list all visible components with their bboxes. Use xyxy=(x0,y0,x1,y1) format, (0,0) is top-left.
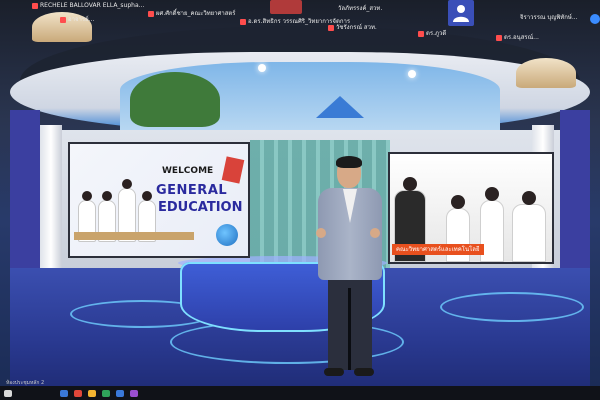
screen-caption: คณะวิทยาศาสตร์และเทคโนโลยี xyxy=(392,244,484,255)
participant-label[interactable]: วัลภัทรรงค์_สวท. xyxy=(338,3,382,13)
mic-muted-icon xyxy=(32,2,38,9)
person-head xyxy=(403,177,417,191)
table xyxy=(74,232,194,240)
column-left xyxy=(40,125,62,270)
floor-ring xyxy=(440,292,584,322)
person-head xyxy=(451,195,465,209)
mic-muted-icon xyxy=(496,34,502,41)
participant-label[interactable]: วัชรังกรณ์ สวท. xyxy=(328,22,377,32)
app-icon[interactable] xyxy=(130,390,138,397)
spot-light xyxy=(408,70,416,78)
spot-light xyxy=(258,64,266,72)
presenter-hair xyxy=(336,156,362,168)
pendant-lamp-right xyxy=(516,58,576,88)
side-wall-left xyxy=(10,110,40,280)
participant-label[interactable]: อาจารย์... xyxy=(60,14,94,24)
app-icon[interactable] xyxy=(116,390,124,397)
app-icon[interactable] xyxy=(4,390,12,397)
person xyxy=(480,187,504,262)
mic-muted-icon xyxy=(148,10,154,17)
presenter-shoe xyxy=(354,368,374,376)
presenter-hand xyxy=(370,228,380,238)
backdrop-roof xyxy=(316,96,364,118)
presenter xyxy=(312,156,388,388)
person-head xyxy=(485,187,499,201)
app-icon[interactable] xyxy=(102,390,110,397)
presenter-hand xyxy=(316,228,326,238)
mic-muted-icon xyxy=(328,24,334,31)
participant-avatar-tile[interactable] xyxy=(448,0,474,26)
screen-left: WELCOME GENERAL EDUCATION xyxy=(68,142,250,258)
video-feed: WELCOME GENERAL EDUCATION คณะวิทยาศาสตร์… xyxy=(0,0,600,400)
side-wall-right xyxy=(560,110,590,280)
participant-label[interactable]: จิราวรรณ บุญพิทักษ์... xyxy=(520,12,578,22)
welcome-text: WELCOME xyxy=(162,166,214,176)
person-head xyxy=(522,191,536,205)
screen-right: คณะวิทยาศาสตร์และเทคโนโลยี xyxy=(388,152,554,264)
globe-icon xyxy=(216,224,238,246)
title-line2: EDUCATION xyxy=(158,200,243,215)
person xyxy=(512,191,546,262)
app-icon[interactable] xyxy=(60,390,68,397)
participant-label[interactable]: ดร.อนุสรณ์... xyxy=(496,32,539,42)
participant-strip: RECHELE BALLOVAR ELLA_supha... ผศ.ศักดิ์… xyxy=(0,0,600,42)
user-icon xyxy=(453,5,469,22)
title-line1: GENERAL xyxy=(156,183,228,198)
mic-muted-icon xyxy=(418,30,424,37)
app-icon[interactable] xyxy=(88,390,96,397)
presenter-pants xyxy=(328,278,372,370)
participant-label[interactable]: ผศ.ศักดิ์ชาย_คณะวิทยาศาสตร์ xyxy=(148,8,236,18)
participant-label[interactable]: ดร.ภูวดี xyxy=(418,28,446,38)
participant-label[interactable]: RECHELE BALLOVAR ELLA_supha... xyxy=(32,2,144,9)
mic-muted-icon xyxy=(60,16,66,23)
app-icon[interactable] xyxy=(74,390,82,397)
backdrop-trees xyxy=(130,72,220,127)
mic-muted-icon xyxy=(240,18,246,25)
participant-video-tile[interactable] xyxy=(270,0,302,14)
presenter-shoe xyxy=(324,368,344,376)
info-icon[interactable] xyxy=(590,14,600,24)
